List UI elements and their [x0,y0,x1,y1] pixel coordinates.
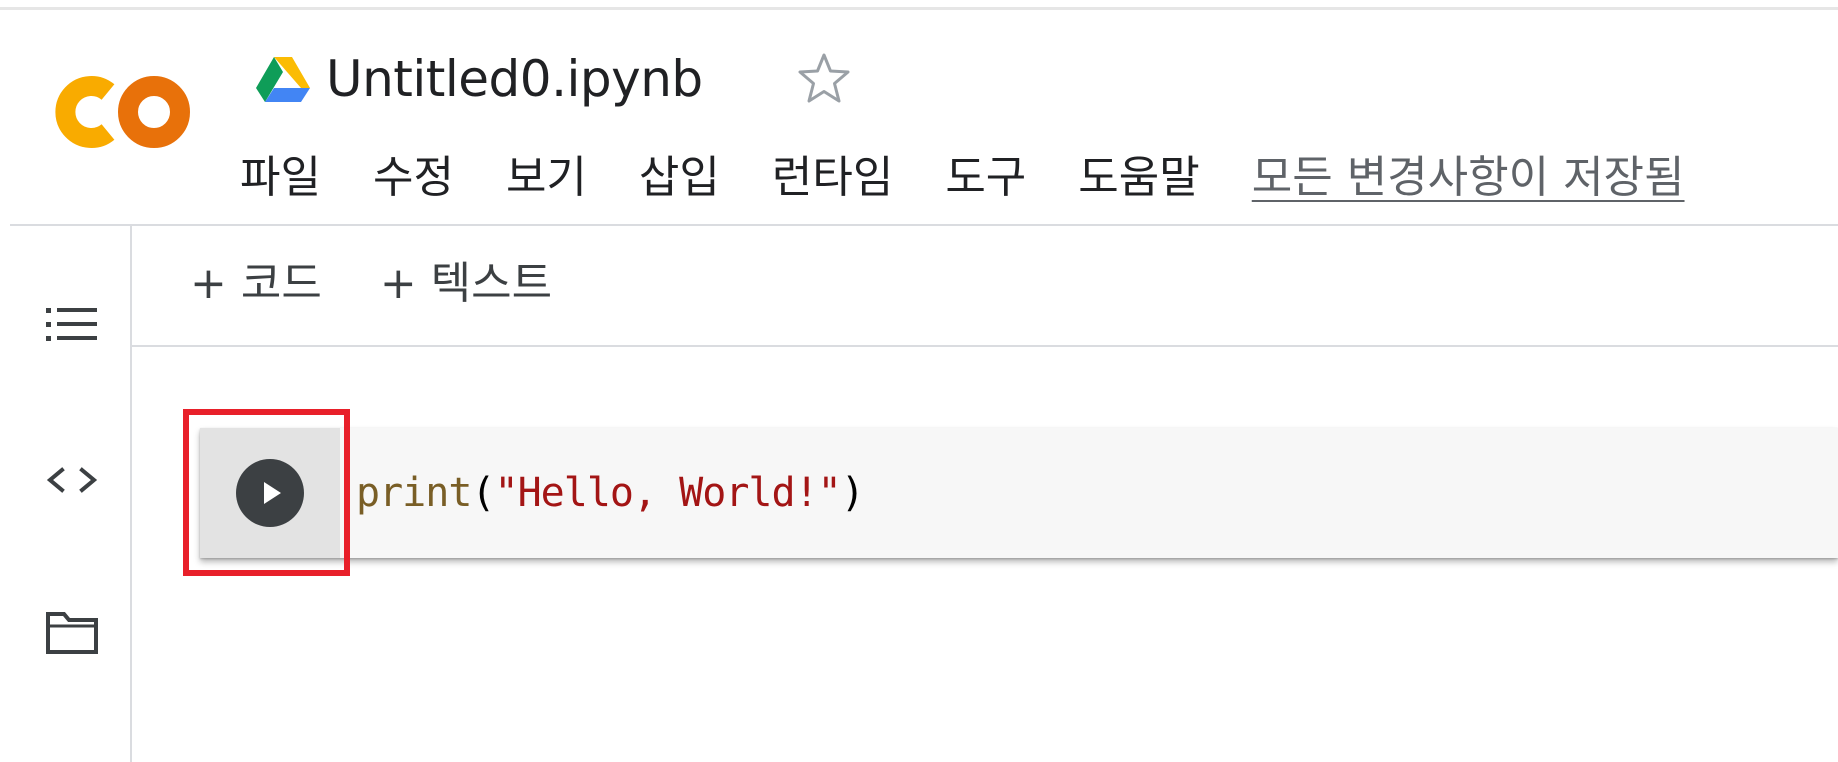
cell-toolbar: + 코드 + 텍스트 [190,254,610,314]
header-divider [10,224,1838,226]
google-drive-icon[interactable] [255,55,311,103]
code-token-string: "Hello, World!" [494,470,842,516]
code-token-function: print [356,470,472,516]
menu-file[interactable]: 파일 [240,148,321,208]
menu-insert[interactable]: 삽입 [639,148,720,208]
add-code-button[interactable]: + 코드 [190,254,322,314]
menu-bar: 파일 수정 보기 삽입 런타임 도구 도움말 모든 변경사항이 저장됨 [240,148,1685,208]
star-icon[interactable] [795,50,853,108]
toolbar-divider [132,345,1838,347]
code-token-paren-open: ( [471,470,495,516]
menu-tools[interactable]: 도구 [945,148,1026,208]
add-text-button[interactable]: + 텍스트 [380,254,552,314]
run-button-highlight [183,409,350,576]
code-cell[interactable]: print("Hello, World!") [200,428,1838,558]
menu-view[interactable]: 보기 [506,148,587,208]
code-snippets-icon[interactable] [44,452,100,508]
save-status[interactable]: 모든 변경사항이 저장됨 [1252,148,1685,208]
notebook-title[interactable]: Untitled0.ipynb [326,48,703,110]
sidebar-divider [130,226,132,762]
menu-edit[interactable]: 수정 [373,148,454,208]
code-editor-line[interactable]: print("Hello, World!") [356,468,865,518]
code-token-paren-close: ) [840,470,865,516]
folder-icon[interactable] [44,604,100,660]
colab-logo[interactable] [50,70,194,154]
toc-icon[interactable] [44,298,100,354]
menu-help[interactable]: 도움말 [1078,148,1199,208]
menu-runtime[interactable]: 런타임 [772,148,893,208]
